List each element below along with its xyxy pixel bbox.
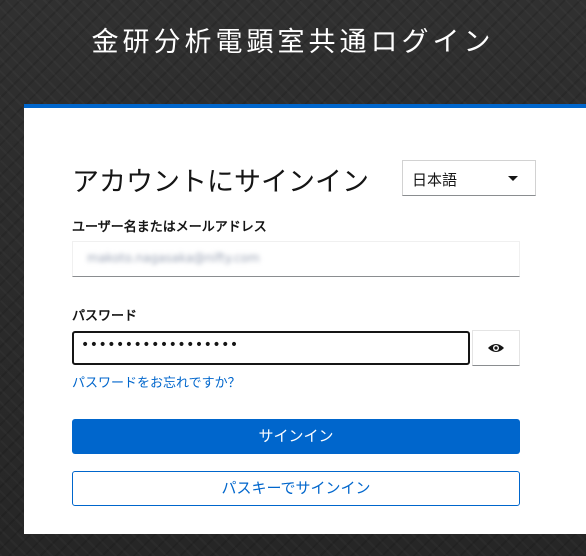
password-input[interactable]: ••••••••••••••••••: [72, 331, 470, 365]
language-select[interactable]: 日本語: [402, 160, 536, 196]
login-heading: アカウントにサインイン: [72, 167, 369, 198]
forgot-password-link[interactable]: パスワードをお忘れですか？: [72, 372, 241, 391]
show-password-button[interactable]: [472, 330, 520, 366]
username-value: makoto.nagasaka@nifty.com: [87, 251, 260, 265]
caret-down-icon: [508, 176, 518, 181]
signin-button[interactable]: サインイン: [72, 419, 520, 454]
login-card: アカウントにサインイン 日本語 ユーザー名またはメールアドレス makoto.n…: [24, 104, 586, 534]
username-label: ユーザー名またはメールアドレス: [72, 220, 267, 235]
page-title: 金研分析電顕室共通ログイン: [91, 27, 495, 58]
password-value: ••••••••••••••••••: [81, 337, 239, 353]
username-input[interactable]: makoto.nagasaka@nifty.com: [72, 241, 520, 277]
language-selected-value: 日本語: [412, 171, 458, 189]
password-label: パスワード: [72, 309, 138, 324]
eye-icon: [488, 344, 504, 352]
passkey-signin-button[interactable]: パスキーでサインイン: [72, 471, 520, 506]
